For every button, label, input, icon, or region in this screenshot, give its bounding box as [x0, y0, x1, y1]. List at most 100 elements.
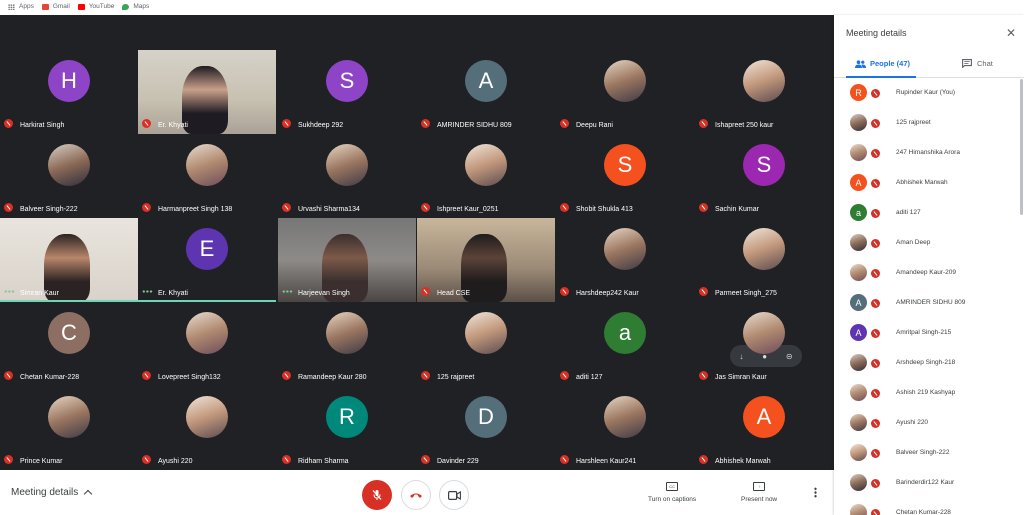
participant-name: Harshdeep242 Kaur: [576, 290, 639, 297]
captions-icon: CC: [666, 482, 679, 491]
participant-tile[interactable]: a aditi 127: [556, 302, 694, 386]
participant-name: Er. Khyati: [158, 122, 188, 129]
participant-row[interactable]: Balveer Singh-222: [834, 439, 1024, 469]
participant-row[interactable]: Aman Deep: [834, 229, 1024, 259]
mic-muted-icon: [142, 371, 151, 380]
close-icon[interactable]: ✕: [1006, 27, 1016, 39]
panel-title: Meeting details: [846, 28, 907, 38]
participant-name: Er. Khyati: [158, 290, 188, 297]
participant-tile[interactable]: D Davinder 229: [417, 386, 555, 470]
gmail-icon: [41, 3, 49, 10]
participant-tile[interactable]: Lovepreet Singh132: [138, 302, 276, 386]
participant-tile[interactable]: S Sukhdeep 292: [278, 50, 416, 134]
avatar-initial: E: [186, 228, 228, 270]
participant-tile[interactable]: Ishapreet 250 kaur: [695, 50, 833, 134]
participant-tile[interactable]: C Chetan Kumar-228: [0, 302, 138, 386]
participant-name: Ayushi 220: [158, 458, 193, 465]
mic-muted-icon: [871, 149, 880, 158]
mic-muted-icon: [560, 371, 569, 380]
participant-row[interactable]: R Rupinder Kaur (You): [834, 79, 1024, 109]
meeting-details-button[interactable]: Meeting details: [11, 487, 93, 499]
participant-tile[interactable]: Er. Khyati: [138, 50, 276, 134]
chevron-up-icon: [84, 489, 93, 499]
camera-toggle-button[interactable]: [439, 480, 469, 510]
participant-tile[interactable]: Jas Simran Kaur: [695, 302, 833, 386]
bookmark-youtube[interactable]: YouTube: [77, 3, 114, 10]
mic-muted-icon: [871, 119, 880, 128]
participant-name: Ishpreet Kaur_0251: [437, 206, 499, 213]
participant-row[interactable]: a aditi 127: [834, 199, 1024, 229]
participant-name: Sachin Kumar: [715, 206, 759, 213]
mic-muted-icon: [421, 203, 430, 212]
bookmark-maps[interactable]: Maps: [122, 3, 149, 10]
more-options-button[interactable]: [814, 487, 817, 498]
mic-muted-icon: [142, 119, 151, 128]
mic-muted-icon: [421, 287, 430, 296]
mic-muted-icon: [4, 371, 13, 380]
tab-people[interactable]: People (47): [855, 59, 910, 68]
participant-row[interactable]: Ashish 219 Kashyap: [834, 379, 1024, 409]
participant-tile[interactable]: R Ridham Sharma: [278, 386, 416, 470]
participant-tile[interactable]: S Shobit Shukla 413: [556, 134, 694, 218]
participant-tile[interactable]: H Harkirat Singh: [0, 50, 138, 134]
participant-tile[interactable]: Urvashi Sharma134: [278, 134, 416, 218]
participant-tile[interactable]: E Er. Khyati: [138, 218, 276, 302]
avatar-initial: R: [850, 84, 867, 101]
mic-muted-icon: [699, 287, 708, 296]
people-tab-label: People (47): [870, 59, 911, 68]
mic-off-icon: [372, 490, 382, 500]
participant-tile[interactable]: Harjeevan Singh: [278, 218, 416, 302]
participant-row[interactable]: A Amritpal Singh-215: [834, 319, 1024, 349]
participant-tile[interactable]: Parmeet Singh_275: [695, 218, 833, 302]
participant-tile[interactable]: Ayushi 220: [138, 386, 276, 470]
participant-tile[interactable]: Harmanpreet Singh 138: [138, 134, 276, 218]
participant-tile[interactable]: Harshleen Kaur241: [556, 386, 694, 470]
participant-tile[interactable]: Head CSE: [417, 218, 555, 302]
participant-tile[interactable]: Prince Kumar: [0, 386, 138, 470]
participant-row[interactable]: Arshdeep Singh-218: [834, 349, 1024, 379]
participant-tile[interactable]: 125 rajpreet: [417, 302, 555, 386]
participant-tile[interactable]: A Abhishek Marwah: [695, 386, 833, 470]
participant-name: Rupinder Kaur (You): [896, 89, 956, 96]
captions-button[interactable]: CC Turn on captions: [648, 482, 696, 503]
participant-row[interactable]: Barinderdir122 Kaur: [834, 469, 1024, 499]
mic-muted-icon: [699, 371, 708, 380]
participant-row[interactable]: 247 Himanshika Arora: [834, 139, 1024, 169]
avatar-photo: [743, 228, 785, 270]
participant-row[interactable]: Amandeep Kaur-209: [834, 259, 1024, 289]
mic-muted-icon: [282, 455, 291, 464]
avatar-initial: A: [850, 294, 867, 311]
participant-name: Abhishek Marwah: [896, 179, 948, 186]
participant-tile[interactable]: Balveer Singh-222: [0, 134, 138, 218]
panel-scrollbar[interactable]: [1020, 79, 1023, 215]
bookmark-apps[interactable]: Apps: [8, 3, 34, 10]
participant-tile[interactable]: Harshdeep242 Kaur: [556, 218, 694, 302]
leave-call-button[interactable]: [401, 480, 431, 510]
participant-tile[interactable]: Deepu Rani: [556, 50, 694, 134]
meeting-details-panel: Meeting details ✕ People (47) Chat R Rupi…: [834, 15, 1024, 515]
participant-name: Simran Kaur: [20, 290, 59, 297]
participant-row[interactable]: 125 rajpreet: [834, 109, 1024, 139]
avatar-initial: A: [743, 396, 785, 438]
microphone-toggle-button[interactable]: [362, 480, 392, 510]
participant-tile[interactable]: Ishpreet Kaur_0251: [417, 134, 555, 218]
avatar-photo: [850, 114, 867, 131]
mic-muted-icon: [699, 119, 708, 128]
participant-row[interactable]: Chetan Kumar-228: [834, 499, 1024, 515]
participant-name: Ishapreet 250 kaur: [715, 122, 774, 129]
participant-row[interactable]: A AMRINDER SIDHU 809: [834, 289, 1024, 319]
avatar-initial: a: [604, 312, 646, 354]
tab-chat[interactable]: Chat: [962, 59, 993, 68]
participant-row[interactable]: A Abhishek Marwah: [834, 169, 1024, 199]
participant-tile[interactable]: Simran Kaur: [0, 218, 138, 302]
participant-tile[interactable]: S Sachin Kumar: [695, 134, 833, 218]
participant-row[interactable]: Ayushi 220: [834, 409, 1024, 439]
avatar-initial: S: [326, 60, 368, 102]
avatar-initial: A: [465, 60, 507, 102]
bookmark-gmail[interactable]: Gmail: [41, 3, 70, 10]
participant-tile[interactable]: A AMRINDER SIDHU 809: [417, 50, 555, 134]
mic-muted-icon: [871, 509, 880, 515]
youtube-icon: [77, 3, 85, 10]
participant-tile[interactable]: Ramandeep Kaur 280: [278, 302, 416, 386]
present-now-button[interactable]: ↑ Present now: [741, 482, 777, 503]
